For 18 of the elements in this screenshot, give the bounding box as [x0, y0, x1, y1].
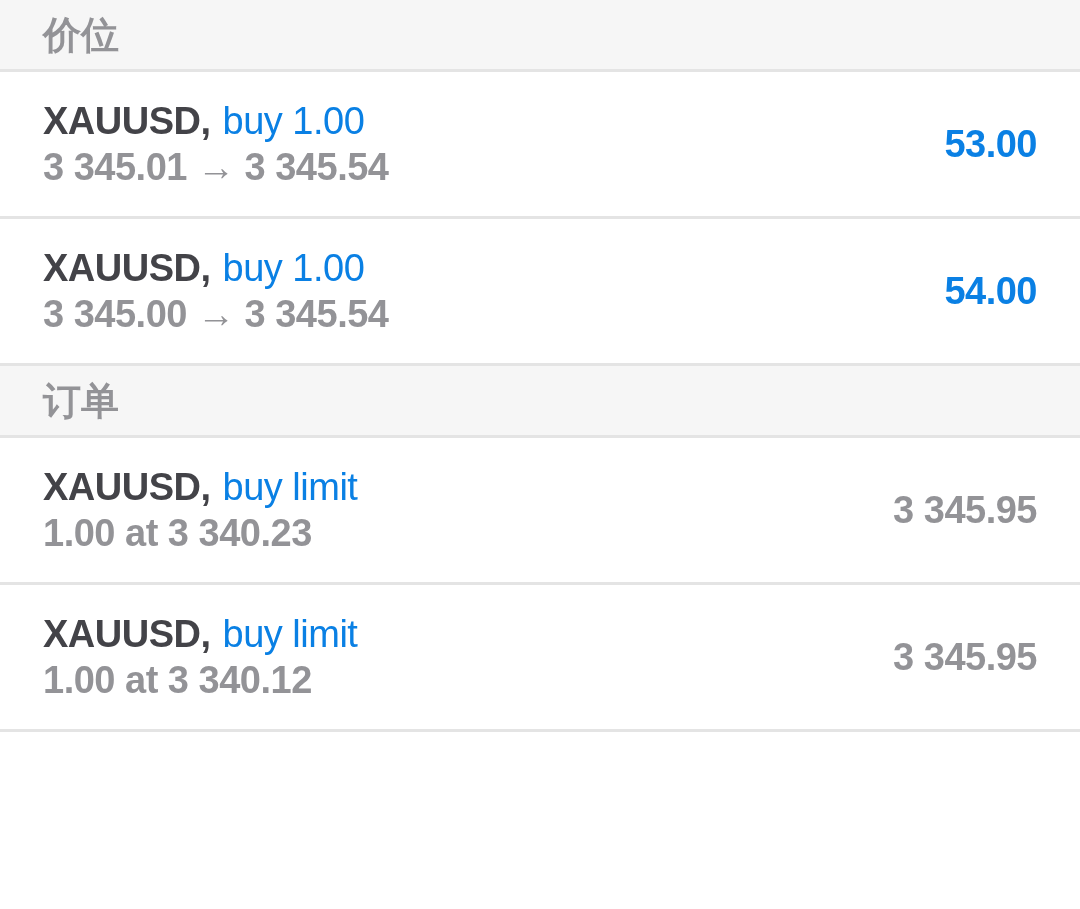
price-change-text: 3 345.00 → 3 345.54 — [43, 292, 389, 337]
price-change-text: 3 345.01 → 3 345.54 — [43, 145, 389, 190]
order-details-text: 1.00 at 3 340.23 — [43, 511, 312, 556]
symbol-text: XAUUSD, — [43, 99, 211, 144]
symbol-text: XAUUSD, — [43, 465, 211, 510]
trade-type-text: buy limit — [222, 465, 358, 510]
profit-text: 53.00 — [944, 122, 1037, 167]
trade-type-text: buy 1.00 — [222, 246, 365, 291]
symbol-text: XAUUSD, — [43, 246, 211, 291]
order-details-text: 1.00 at 3 340.12 — [43, 658, 312, 703]
trade-type-text: buy 1.00 — [222, 99, 365, 144]
trade-type-text: buy limit — [222, 612, 358, 657]
symbol-text: XAUUSD, — [43, 612, 211, 657]
profit-text: 54.00 — [944, 269, 1037, 314]
current-price-text: 3 345.95 — [893, 635, 1037, 680]
section-title: 价位 — [43, 12, 119, 58]
current-price-text: 3 345.95 — [893, 488, 1037, 533]
section-title: 订单 — [43, 378, 119, 424]
